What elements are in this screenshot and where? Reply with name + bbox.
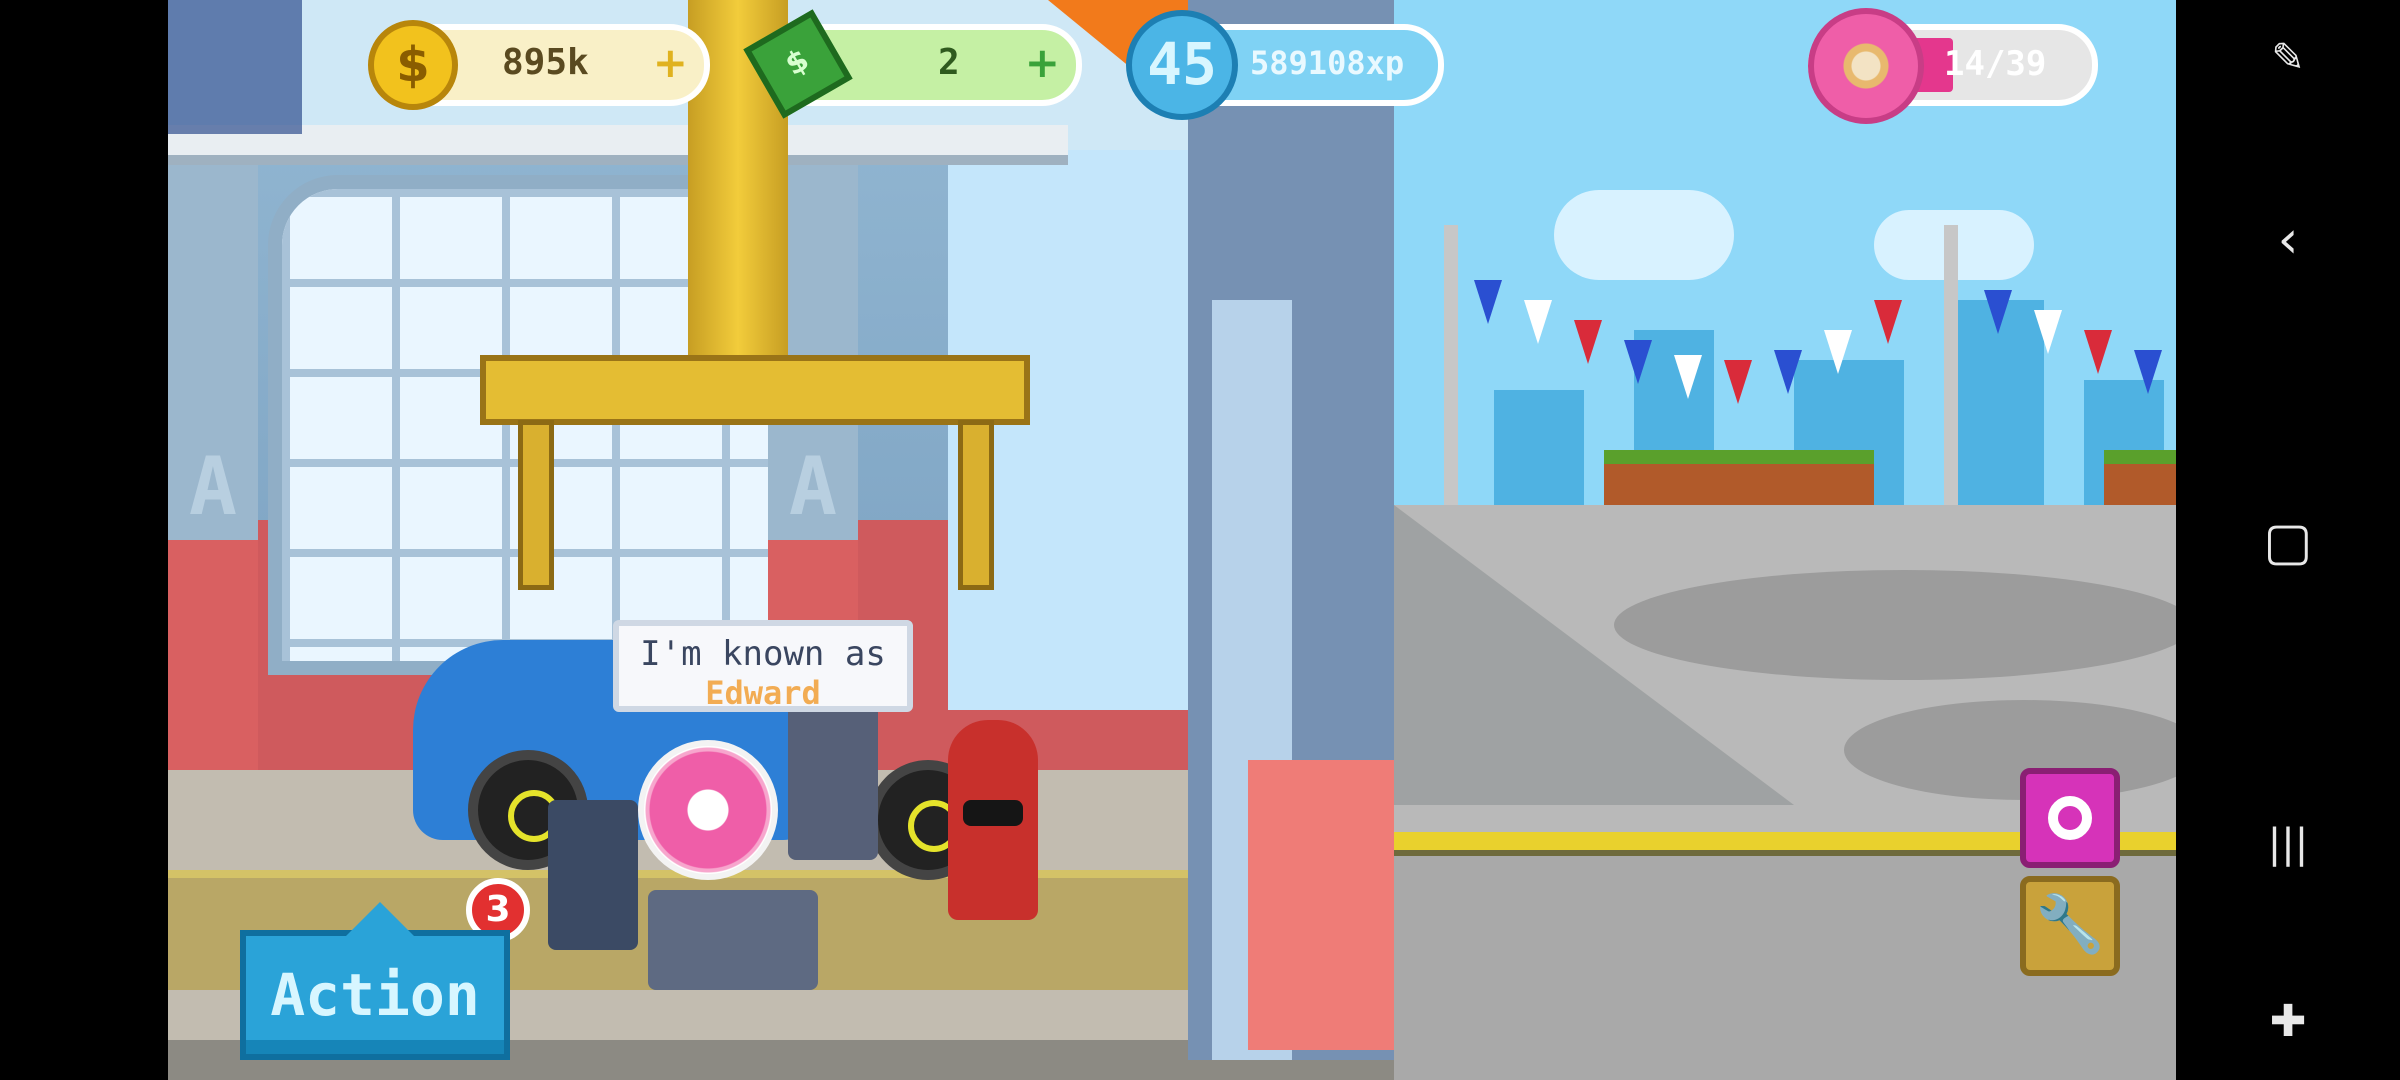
garage-scene[interactable]: A A I'm known as Edward 3 Action [168,0,1394,1080]
speech-bubble: I'm known as Edward [613,620,913,712]
xp-value: 589108xp [1250,44,1405,82]
bunting-flag [1724,360,1752,404]
game-viewport[interactable]: A A I'm known as Edward 3 Action 🔧 895k … [168,0,2176,1080]
action-button[interactable]: Action [240,902,510,1060]
donut-shop-button[interactable] [2020,768,2120,868]
coins-value: 895k [502,42,589,83]
add-cash-button[interactable]: + [1025,38,1060,87]
car-lift-leg-right [958,420,994,590]
bunting-flag [1984,290,2012,334]
bunting-flag [1474,280,1502,324]
mechanic-character[interactable] [648,890,818,990]
speech-text: I'm known as [640,634,886,674]
add-coins-button[interactable]: + [653,38,688,87]
manager-sunglasses [963,800,1023,826]
bunting-flag [1524,300,1552,344]
donut-value: 14/39 [1944,44,2047,84]
screenshot-tool-icon[interactable]: ✎ [2256,26,2320,90]
garage-pillar-left: A [168,150,258,770]
wrench-icon: 🔧 [2035,892,2105,957]
donut-icon [1808,8,1924,124]
bunting-flag [2034,310,2062,354]
donut-icon [2048,796,2092,840]
bunting-flag [2084,330,2112,374]
coin-icon: $ [368,20,458,110]
car-lift-leg-left [518,420,554,590]
city-building [1494,390,1584,510]
bunting-flag [2134,350,2162,394]
screen: A A I'm known as Edward 3 Action 🔧 895k … [0,0,2400,1080]
mechanic-character[interactable] [788,700,878,860]
bunting-flag [1624,340,1652,384]
profile-icon[interactable] [168,0,302,134]
bunting-flag [1774,350,1802,394]
recents-button[interactable]: ||| [2256,812,2320,876]
ground-shadow [1614,570,2176,680]
bunting-flag [1874,300,1902,344]
android-nav-bar: ✎ ‹ ▢ ||| ✚ [2176,0,2400,1080]
garage-ceiling-beam [168,125,1068,165]
gamepad-icon[interactable]: ✚ [2256,990,2320,1054]
cloud [1554,190,1734,280]
bunting-flag [1824,330,1852,374]
yard-scene[interactable]: 🔧 [1394,0,2176,1080]
bunting-pole [1944,225,1958,515]
speech-name: Edward [705,674,821,712]
home-button[interactable]: ▢ [2256,510,2320,574]
car-lift-arm [480,355,1030,425]
bunting-flag [1674,355,1702,399]
donut-reward-icon[interactable] [638,740,778,880]
cash-value: 2 [938,42,960,83]
bunting-flag [1574,320,1602,364]
mechanic-character[interactable] [548,800,638,950]
upgrade-button[interactable]: 🔧 [2020,876,2120,976]
level-badge: 45 [1126,10,1238,120]
back-button[interactable]: ‹ [2256,208,2320,272]
bunting-pole [1444,225,1458,515]
garage-right-wall [1188,0,1394,1060]
